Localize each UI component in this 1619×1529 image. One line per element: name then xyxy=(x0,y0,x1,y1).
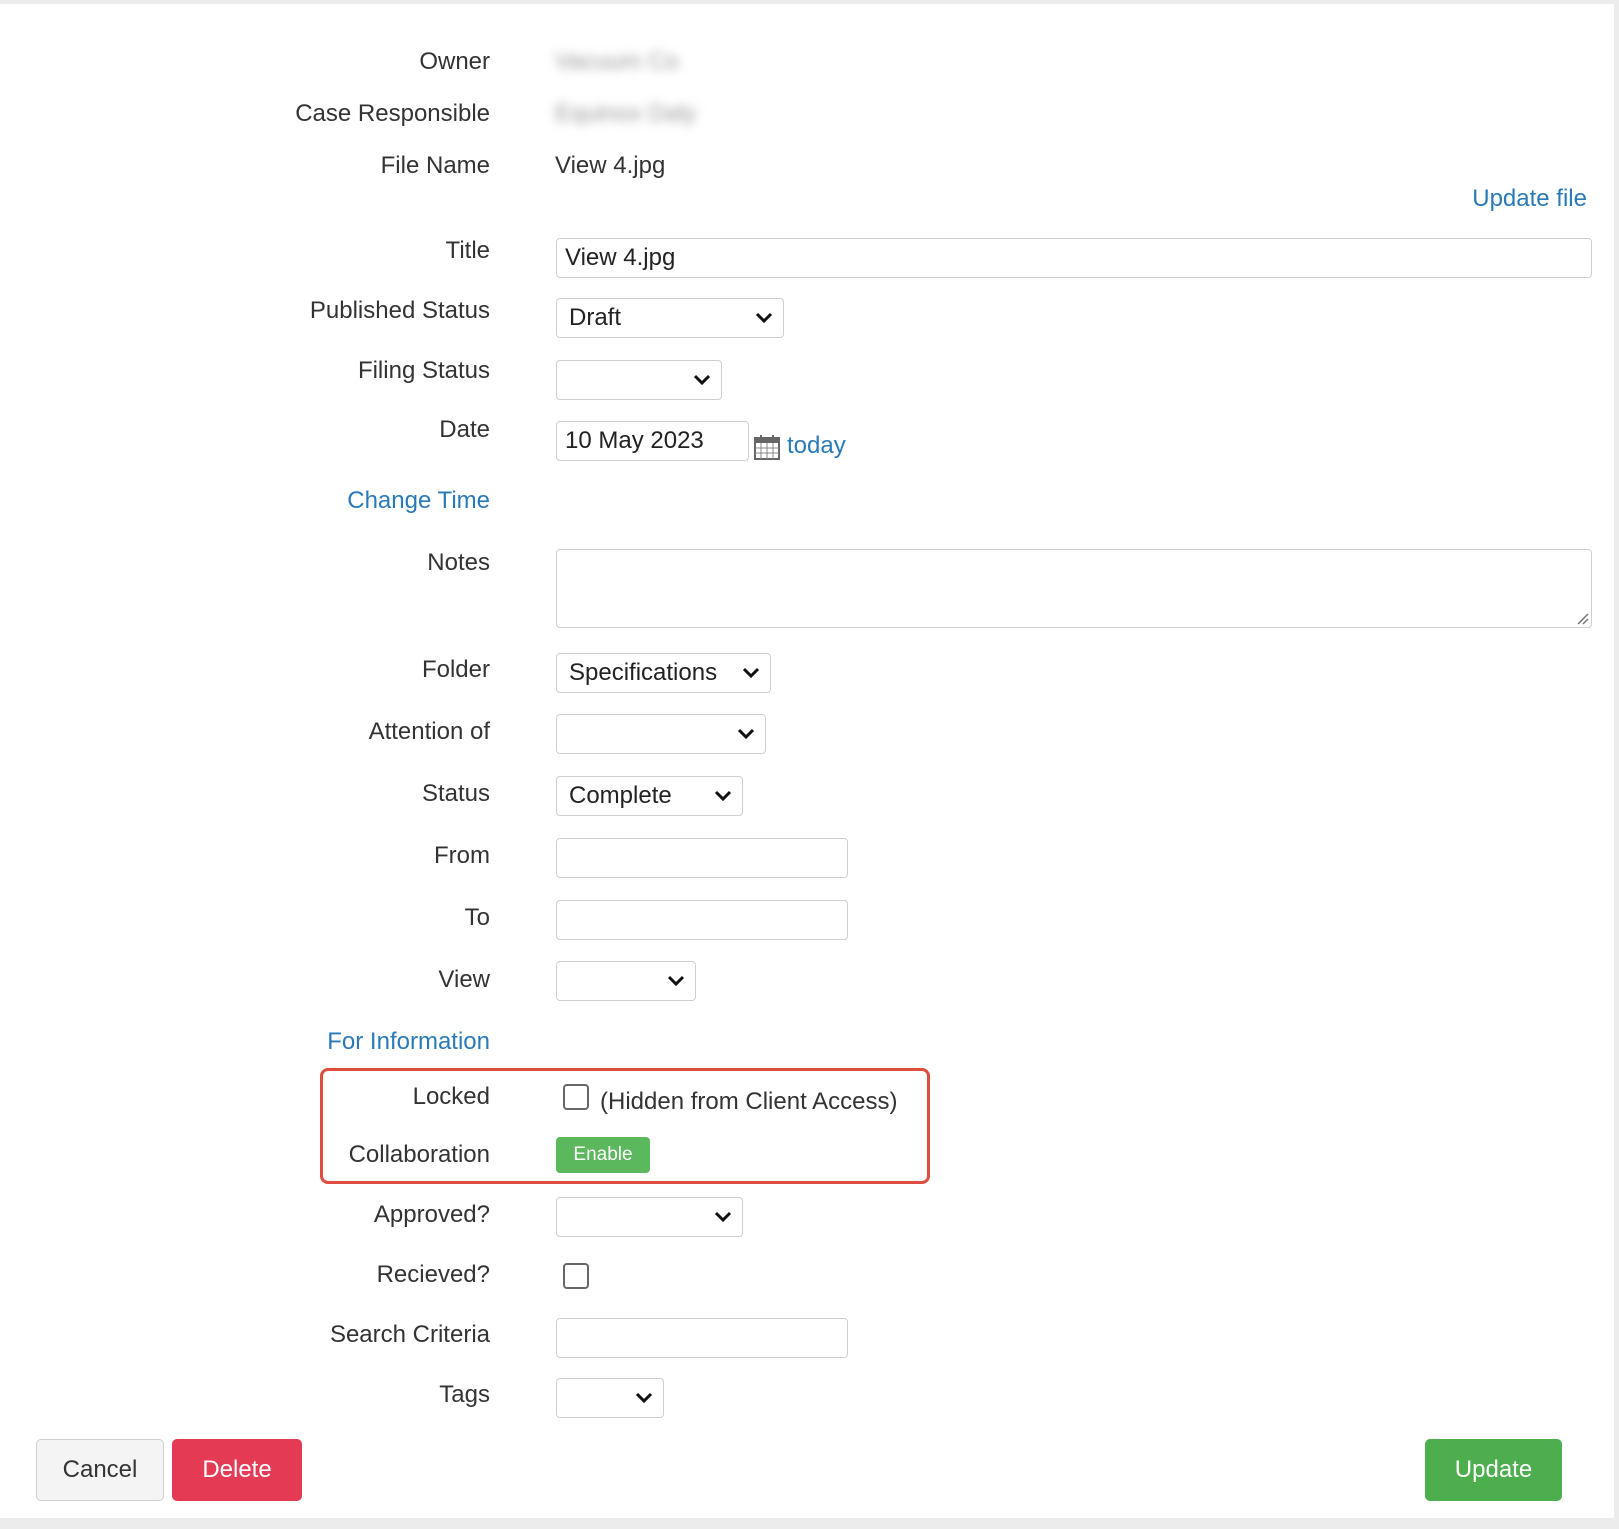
file-name-value: View 4.jpg xyxy=(555,152,666,179)
filing-status-label: Filing Status xyxy=(357,357,490,384)
status-label: Status xyxy=(421,780,490,807)
locked-hint: (Hidden from Client Access) xyxy=(600,1088,898,1115)
view-label: View xyxy=(438,966,490,993)
approved-label: Approved? xyxy=(373,1201,490,1228)
case-responsible-label: Case Responsible xyxy=(295,100,490,127)
collaboration-label: Collaboration xyxy=(348,1141,490,1168)
case-responsible-value: Equinox Daly xyxy=(555,100,697,127)
delete-button[interactable]: Delete xyxy=(172,1439,302,1501)
folder-label: Folder xyxy=(421,656,490,683)
tags-select[interactable] xyxy=(556,1378,664,1418)
published-status-label: Published Status xyxy=(309,297,490,324)
chevron-down-icon xyxy=(635,1392,653,1404)
title-input[interactable]: View 4.jpg xyxy=(556,238,1592,278)
approved-select[interactable] xyxy=(556,1197,743,1237)
view-select[interactable] xyxy=(556,961,696,1001)
chevron-down-icon xyxy=(742,667,760,679)
status-select[interactable]: Complete xyxy=(556,776,743,816)
chevron-down-icon xyxy=(737,728,755,740)
file-name-label: File Name xyxy=(380,152,490,179)
notes-textarea[interactable] xyxy=(556,549,1592,628)
attention-of-label: Attention of xyxy=(368,718,490,745)
title-label: Title xyxy=(445,237,490,264)
from-label: From xyxy=(434,842,490,869)
owner-label: Owner xyxy=(419,48,490,75)
search-criteria-input[interactable] xyxy=(556,1318,848,1358)
chevron-down-icon xyxy=(714,1211,732,1223)
date-input[interactable]: 10 May 2023 xyxy=(556,421,749,461)
update-button[interactable]: Update xyxy=(1425,1439,1562,1501)
calendar-icon[interactable] xyxy=(753,433,781,461)
notes-label: Notes xyxy=(427,549,490,576)
update-file-link[interactable]: Update file xyxy=(1472,185,1587,213)
enable-collaboration-button[interactable]: Enable xyxy=(556,1137,650,1173)
change-time-link[interactable]: Change Time xyxy=(347,487,490,515)
folder-select[interactable]: Specifications xyxy=(556,653,771,693)
from-input[interactable] xyxy=(556,838,848,878)
received-checkbox[interactable] xyxy=(563,1263,589,1289)
to-label: To xyxy=(464,904,490,931)
received-label: Recieved? xyxy=(376,1261,490,1288)
status-value: Complete xyxy=(569,782,672,809)
folder-value: Specifications xyxy=(569,659,718,686)
for-information-link[interactable]: For Information xyxy=(327,1028,490,1056)
chevron-down-icon xyxy=(693,374,711,386)
published-status-value: Draft xyxy=(569,304,622,331)
chevron-down-icon xyxy=(667,975,685,987)
cancel-button[interactable]: Cancel xyxy=(36,1439,164,1501)
published-status-select[interactable]: Draft xyxy=(556,298,784,338)
chevron-down-icon xyxy=(714,790,732,802)
date-label: Date xyxy=(439,416,490,443)
chevron-down-icon xyxy=(755,312,773,324)
today-link[interactable]: today xyxy=(787,432,846,460)
filing-status-select[interactable] xyxy=(556,360,722,400)
attention-of-select[interactable] xyxy=(556,714,766,754)
tags-label: Tags xyxy=(439,1381,490,1408)
to-input[interactable] xyxy=(556,900,848,940)
search-criteria-label: Search Criteria xyxy=(329,1321,490,1348)
resize-grip-icon[interactable] xyxy=(1575,611,1589,625)
edit-document-panel: Owner Vacuum Co Case Responsible Equinox… xyxy=(0,4,1614,1518)
locked-checkbox[interactable] xyxy=(563,1084,589,1110)
locked-label: Locked xyxy=(412,1083,490,1110)
owner-value: Vacuum Co xyxy=(555,48,679,75)
